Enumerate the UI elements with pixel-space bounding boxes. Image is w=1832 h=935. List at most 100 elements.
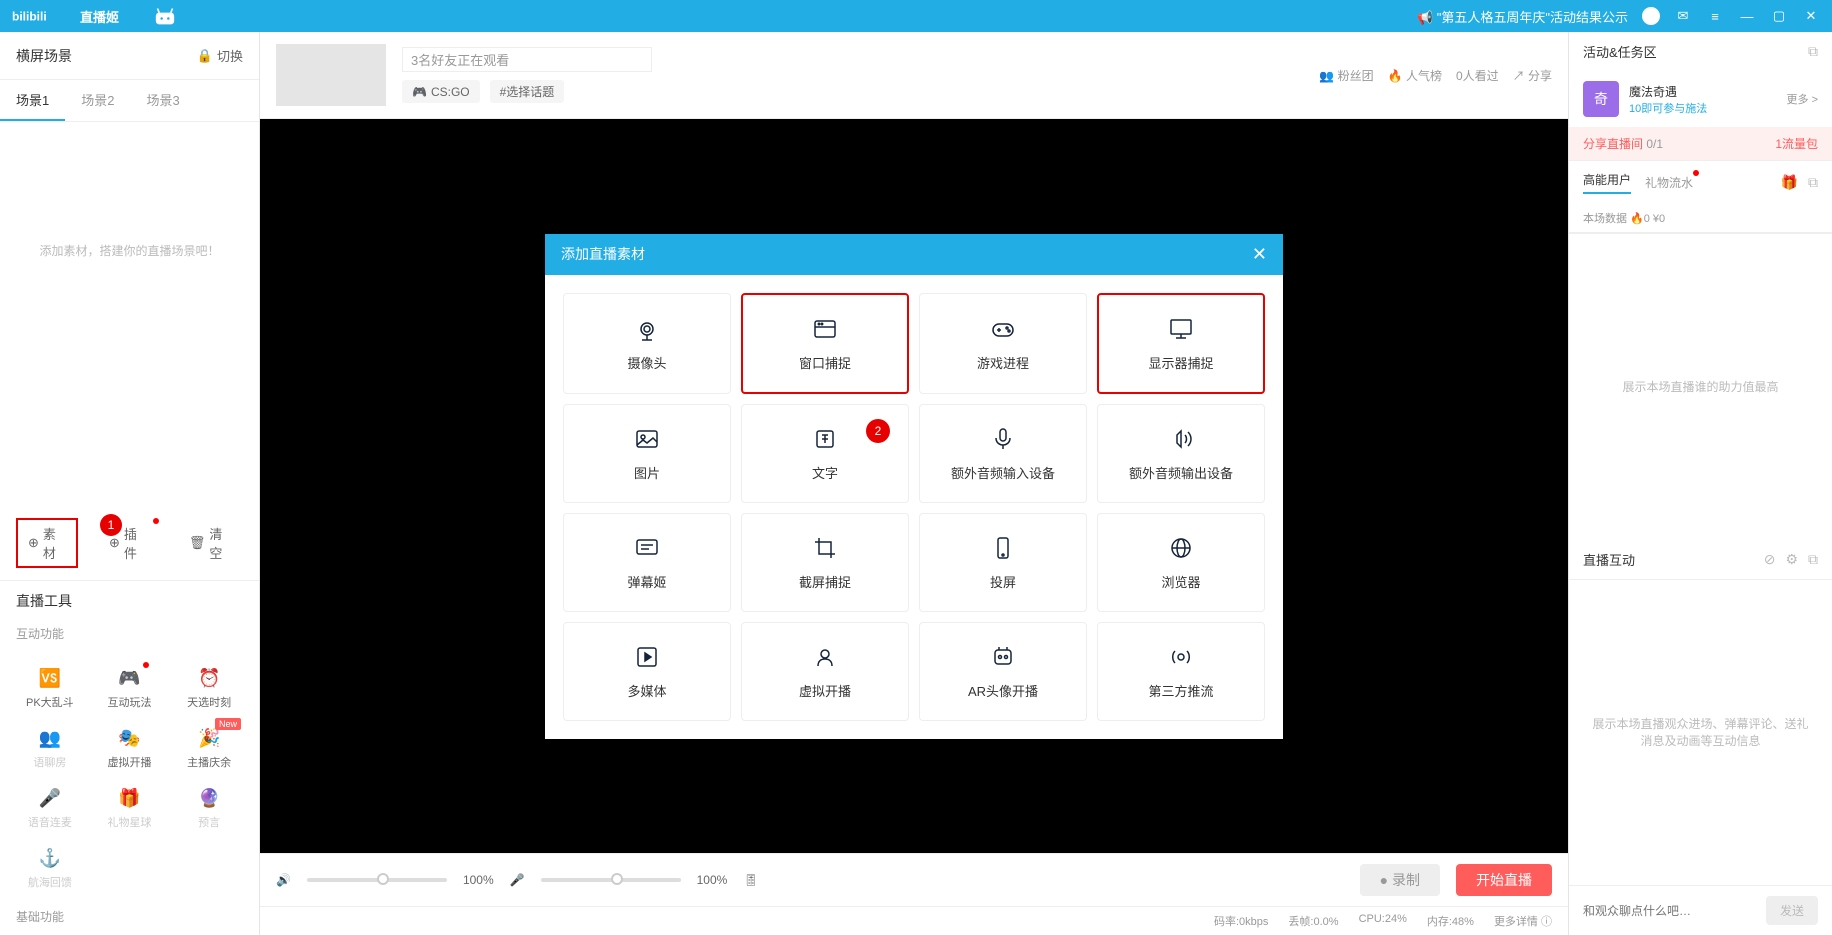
chat-send-button[interactable]: 发送: [1766, 896, 1818, 925]
tool-predict[interactable]: 🔮预言: [171, 780, 247, 836]
share-banner[interactable]: 分享直播间 0/1 1流量包: [1569, 127, 1832, 160]
source-label: 摄像头: [627, 353, 666, 372]
avatar[interactable]: [1642, 7, 1660, 25]
rank-link[interactable]: 🔥 人气榜: [1388, 67, 1442, 84]
stream-thumbnail[interactable]: [276, 44, 386, 106]
source-label: 额外音频输出设备: [1129, 463, 1233, 482]
interaction-header: 直播互动: [1583, 550, 1635, 569]
mic-mute-icon[interactable]: 🎤: [510, 873, 525, 887]
tab-high-users[interactable]: 高能用户: [1583, 171, 1631, 194]
source-option-speaker[interactable]: 额外音频输出设备: [1097, 404, 1265, 503]
modal-content: 添加直播素材 ✕ 摄像头窗口捕捉游戏进程显示器捕捉图片2文字额外音频输入设备额外…: [545, 234, 1283, 739]
event-icon: 奇: [1583, 81, 1619, 117]
fans-link[interactable]: 👥 粉丝团: [1319, 67, 1373, 84]
sidebar: 横屏场景 🔒 切换 场景1 场景2 场景3 添加素材，搭建你的直播场景吧！ ⊕ …: [0, 32, 260, 935]
source-option-danmaku[interactable]: 弹幕姬: [563, 513, 731, 612]
source-label: 投屏: [990, 572, 1016, 591]
modal-close-button[interactable]: ✕: [1252, 244, 1267, 265]
speaker-slider[interactable]: [307, 878, 447, 882]
source-option-virtual[interactable]: 虚拟开播: [741, 622, 909, 721]
popout-icon[interactable]: ⧉: [1808, 174, 1818, 191]
close-icon[interactable]: ✕: [1802, 7, 1820, 25]
mic-pct: 100%: [697, 873, 728, 887]
menu-icon[interactable]: ≡: [1706, 7, 1724, 25]
tool-lucky[interactable]: ⏰天选时刻: [171, 660, 247, 716]
event-title: 魔法奇遇: [1629, 83, 1777, 100]
notification-dot-icon: [153, 518, 159, 524]
add-material-button[interactable]: ⊕ 素材: [16, 518, 78, 568]
equalizer-icon[interactable]: 🎚: [743, 873, 758, 887]
source-option-media[interactable]: 多媒体: [563, 622, 731, 721]
source-option-text[interactable]: 2文字: [741, 404, 909, 503]
status-more[interactable]: 更多详情 ⓘ: [1494, 913, 1552, 929]
source-option-gamepad[interactable]: 游戏进程: [919, 293, 1087, 394]
scene-content: 添加素材，搭建你的直播场景吧！ ⊕ 素材 1 ⊕ 插件 🗑 清空: [0, 122, 259, 580]
event-card[interactable]: 奇 魔法奇遇 10即可参与施法 更多 >: [1569, 71, 1832, 127]
source-label: 多媒体: [627, 681, 666, 700]
stream-preview[interactable]: 添加直播素材 ✕ 摄像头窗口捕捉游戏进程显示器捕捉图片2文字额外音频输入设备额外…: [260, 119, 1568, 853]
scene-switch-button[interactable]: 🔒 切换: [197, 46, 243, 65]
gear-icon[interactable]: ⚙: [1785, 551, 1798, 568]
gift-icon: 🎁: [117, 786, 141, 810]
tool-interaction[interactable]: 🎮互动玩法: [92, 660, 168, 716]
notification-dot-icon: [143, 662, 149, 668]
mail-icon[interactable]: ✉: [1674, 7, 1692, 25]
record-button[interactable]: ● 录制: [1360, 864, 1440, 896]
stream-title-input[interactable]: [402, 47, 652, 72]
tool-sail[interactable]: ⚓航海回馈: [12, 840, 88, 896]
event-sub: 10即可参与施法: [1629, 100, 1777, 116]
banner-reward: 1流量包: [1775, 135, 1818, 152]
source-option-browser[interactable]: 浏览器: [1097, 513, 1265, 612]
status-mem: 内存:48%: [1427, 913, 1474, 929]
tool-voice-link[interactable]: 🎤语音连麦: [12, 780, 88, 836]
source-option-image[interactable]: 图片: [563, 404, 731, 503]
gift-small-icon[interactable]: 🎁: [1781, 174, 1798, 191]
popout-icon[interactable]: ⧉: [1808, 551, 1818, 568]
speaker-icon[interactable]: 🔊: [276, 873, 291, 887]
popout-icon[interactable]: ⧉: [1808, 43, 1818, 60]
tool-anchor[interactable]: 🎉主播庆余New: [171, 720, 247, 776]
tool-gift-planet[interactable]: 🎁礼物星球: [92, 780, 168, 836]
scene-tab-3[interactable]: 场景3: [130, 80, 195, 121]
stream-header: 🎮 CS:GO #选择话题 👥 粉丝团 🔥 人气榜 0人看过 ↗ 分享: [260, 32, 1568, 119]
crop-icon: [811, 534, 839, 562]
tab-gifts[interactable]: 礼物流水: [1645, 174, 1693, 191]
mic-slider[interactable]: [541, 878, 681, 882]
source-option-monitor[interactable]: 显示器捕捉: [1097, 293, 1265, 394]
material-toolbar: ⊕ 素材 1 ⊕ 插件 🗑 清空: [0, 506, 259, 580]
source-option-camera[interactable]: 摄像头: [563, 293, 731, 394]
game-tag[interactable]: 🎮 CS:GO: [402, 80, 480, 103]
tool-grid: 🆚PK大乱斗 🎮互动玩法 ⏰天选时刻 👥语聊房 🎭虚拟开播 🎉主播庆余New 🎤…: [0, 652, 259, 904]
media-icon: [633, 643, 661, 671]
tool-pk[interactable]: 🆚PK大乱斗: [12, 660, 88, 716]
scene-tab-2[interactable]: 场景2: [65, 80, 130, 121]
scene-tab-1[interactable]: 场景1: [0, 80, 65, 121]
chat-empty: 展示本场直播观众进场、弹幕评论、送礼消息及动画等互动信息: [1569, 580, 1832, 886]
crystal-icon: 🔮: [197, 786, 221, 810]
source-option-window[interactable]: 窗口捕捉: [741, 293, 909, 394]
tool-voice-room[interactable]: 👥语聊房: [12, 720, 88, 776]
chat-input[interactable]: [1583, 896, 1758, 925]
clear-button[interactable]: 🗑 清空: [178, 519, 243, 567]
source-option-phone[interactable]: 投屏: [919, 513, 1087, 612]
titlebar: bilibili 直播姬 📢 "第五人格五周年庆"活动结果公示 ✉ ≡ — ▢ …: [0, 0, 1832, 32]
image-icon: [633, 425, 661, 453]
topic-tag[interactable]: #选择话题: [490, 80, 565, 103]
mic-icon: 🎤: [38, 786, 62, 810]
source-option-ar[interactable]: AR头像开播: [919, 622, 1087, 721]
scene-placeholder: 添加素材，搭建你的直播场景吧！: [0, 122, 259, 299]
new-badge: New: [215, 718, 241, 730]
event-more-link[interactable]: 更多 >: [1787, 91, 1818, 107]
tool-virtual[interactable]: 🎭虚拟开播: [92, 720, 168, 776]
maximize-icon[interactable]: ▢: [1770, 7, 1788, 25]
source-option-crop[interactable]: 截屏捕捉: [741, 513, 909, 612]
source-option-mic[interactable]: 额外音频输入设备: [919, 404, 1087, 503]
share-button[interactable]: ↗ 分享: [1513, 67, 1552, 84]
source-option-stream[interactable]: 第三方推流: [1097, 622, 1265, 721]
start-stream-button[interactable]: 开始直播: [1456, 864, 1552, 896]
minimize-icon[interactable]: —: [1738, 7, 1756, 25]
block-icon[interactable]: ⊘: [1764, 551, 1776, 568]
pk-icon: 🆚: [38, 666, 62, 690]
rp-header-title: 活动&任务区: [1583, 42, 1657, 61]
announcement[interactable]: 📢 "第五人格五周年庆"活动结果公示: [1417, 7, 1628, 26]
